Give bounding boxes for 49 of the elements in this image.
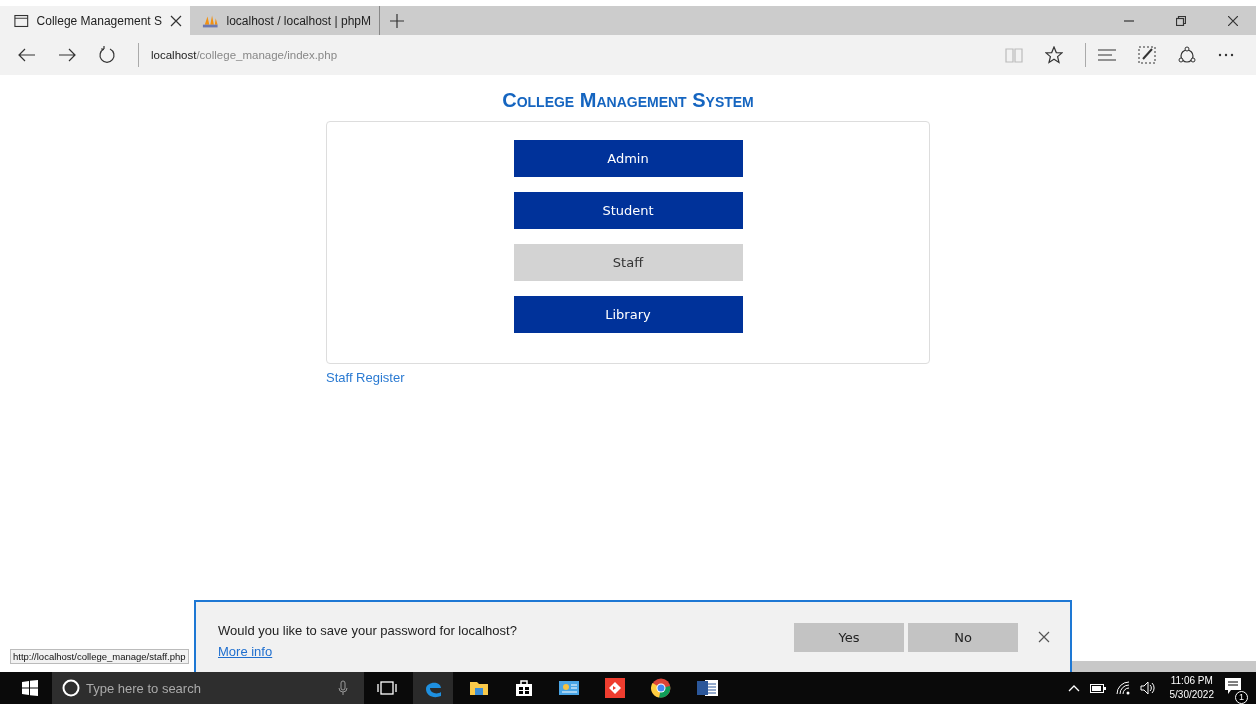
clock-time[interactable]: 11:06 PM	[1170, 674, 1213, 688]
address-field[interactable]: localhost/college_manage/index.php	[151, 49, 338, 61]
task-view-icon[interactable]	[377, 681, 397, 695]
page-icon	[14, 13, 29, 28]
menu-button[interactable]: Library	[513, 296, 743, 333]
close-icon[interactable]	[1228, 15, 1238, 26]
share-icon[interactable]	[1178, 46, 1196, 64]
back-icon[interactable]	[18, 48, 36, 62]
tab-title: localhost / localhost | phpM	[226, 13, 371, 28]
battery-icon[interactable]	[1089, 683, 1106, 693]
shopping-bag-icon[interactable]	[515, 679, 533, 697]
wifi-icon[interactable]	[1115, 681, 1130, 695]
word-document-icon[interactable]	[697, 678, 719, 698]
forward-icon[interactable]	[58, 48, 76, 62]
close-icon[interactable]	[1038, 631, 1050, 643]
chevron-up-icon[interactable]	[1067, 684, 1080, 692]
speaker-icon[interactable]	[1139, 681, 1156, 695]
status-url: http://localhost/college_manage/staff.php	[10, 649, 189, 664]
prompt-button[interactable]: No	[908, 622, 1018, 652]
lines-icon[interactable]	[1098, 49, 1116, 61]
restore-icon[interactable]	[1176, 15, 1186, 26]
tab-title: College Management S	[36, 13, 162, 28]
register-link[interactable]: Staff Register	[326, 370, 405, 385]
microphone-icon[interactable]	[338, 680, 348, 696]
menu-button[interactable]: Student	[513, 192, 743, 229]
refresh-icon[interactable]	[98, 46, 116, 64]
page-title: College Management System	[502, 89, 754, 112]
edge-browser-icon[interactable]	[413, 672, 453, 704]
browser-tab[interactable]: College Management S	[0, 6, 190, 35]
menu-button[interactable]: Admin	[513, 140, 743, 177]
notification-count: 1	[1235, 691, 1248, 704]
pen-note-icon[interactable]	[1138, 46, 1156, 64]
more-icon[interactable]	[1218, 53, 1234, 57]
prompt-message: Would you like to save your password for localhost?	[218, 623, 518, 638]
prompt-button[interactable]: Yes	[794, 622, 904, 652]
menu-button[interactable]: Staff	[513, 244, 743, 281]
folder-icon[interactable]	[469, 680, 489, 696]
control-panel-icon[interactable]	[559, 680, 579, 696]
message-icon[interactable]	[1224, 677, 1242, 695]
search-field[interactable]: Type here to search	[52, 672, 364, 704]
chrome-browser-icon[interactable]	[651, 678, 671, 698]
windows-logo-icon[interactable]	[22, 680, 38, 696]
scrollbar[interactable]	[1072, 661, 1256, 672]
cortana-ring-icon	[62, 679, 80, 697]
more-info-link[interactable]: More info	[218, 644, 273, 659]
clock-date[interactable]: 5/30/2022	[1169, 688, 1214, 702]
close-icon[interactable]	[170, 14, 182, 27]
star-icon[interactable]	[1045, 46, 1063, 64]
new-tab-icon[interactable]	[390, 13, 404, 28]
